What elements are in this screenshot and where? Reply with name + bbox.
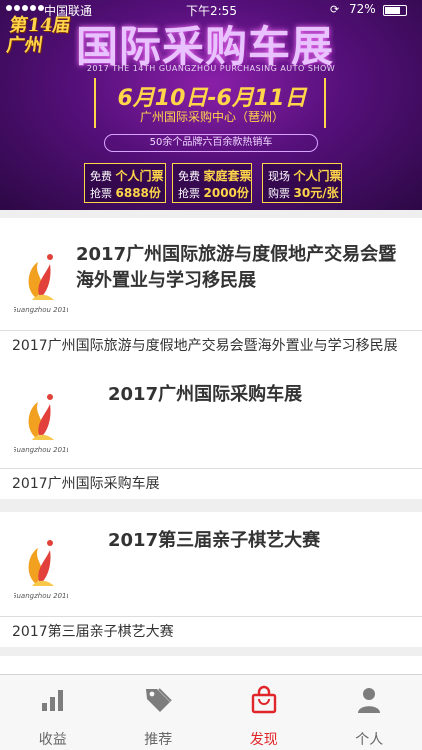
battery-icon (383, 5, 407, 16)
list-item[interactable]: Guangzhou 2010 2017广州国际采购车展 2017广州国际采购车展 (0, 368, 422, 499)
carrier-name: 中国联通 (44, 4, 93, 18)
status-time: 下午2:55 (186, 4, 237, 18)
rotation-lock-icon: ⟳ (330, 3, 340, 16)
event-description: 2017第三届亲子棋艺大赛 (0, 616, 422, 647)
event-description: 2017广州国际采购车展 (0, 468, 422, 499)
promo-highlight: 个人门票 (115, 169, 164, 183)
tab-label: 个人 (355, 732, 384, 748)
banner-subtitle: 2017 THE 14TH GUANGZHOU PURCHASING AUTO … (86, 64, 336, 73)
event-title: 2017广州国际旅游与度假地产交易会暨海外置业与学习移民展 (76, 244, 397, 291)
tab-discover[interactable]: 发现 (211, 675, 317, 750)
promo-banner[interactable]: 第14届 广州 国际采购车展 2017 THE 14TH GUANGZHOU P… (0, 0, 422, 210)
event-logo-icon: Guangzhou 2010 (14, 394, 68, 454)
event-description: 2017广州国际旅游与度假地产交易会暨海外置业与学习移民展 (0, 330, 422, 361)
logo-text: Guangzhou 2010 (14, 306, 68, 314)
promo-free-ticket: 免费 个人门票 抢票 6888份 (84, 163, 166, 203)
event-logo-icon: Guangzhou 2010 (14, 540, 68, 600)
shopping-bag-icon (251, 685, 276, 714)
status-bar: 中国联通 下午2:55 ⟳ 72% (0, 0, 422, 20)
list-item[interactable]: Guangzhou 2010 2017广州国际旅游与度假地产交易会暨海外置业与学… (0, 218, 422, 368)
logo-text: Guangzhou 2010 (14, 592, 68, 600)
tab-label: 收益 (38, 732, 67, 748)
event-title: 2017第三届亲子棋艺大赛 (108, 530, 321, 551)
tab-profile[interactable]: 个人 (317, 675, 422, 750)
list-item[interactable] (0, 656, 422, 674)
promo-highlight: 6888份 (115, 186, 161, 200)
promo-onsite-ticket: 现场 个人门票 购票 30元/张 (262, 163, 342, 203)
banner-venue: 广州国际采购中心（琶洲） (139, 110, 284, 124)
tab-label: 推荐 (144, 732, 173, 748)
promo-family-ticket: 免费 家庭套票 抢票 2000份 (172, 163, 252, 203)
promo-label: 抢票 (90, 187, 112, 200)
promo-label: 购票 (268, 187, 290, 200)
promo-highlight: 30元/张 (293, 186, 339, 200)
tab-recommend[interactable]: 推荐 (106, 675, 212, 750)
event-title: 2017广州国际采购车展 (108, 384, 303, 405)
bar-chart-icon (41, 690, 63, 711)
list-item[interactable]: Guangzhou 2010 2017第三届亲子棋艺大赛 2017第三届亲子棋艺… (0, 512, 422, 647)
banner-edition: 第14届 广州 (5, 15, 73, 56)
promo-label: 现场 (268, 170, 290, 183)
signal-icon (6, 5, 44, 11)
promo-highlight: 2000份 (203, 186, 249, 200)
banner-brands: 50余个品牌六百余款热销车 (104, 134, 318, 152)
event-list[interactable]: Guangzhou 2010 2017广州国际旅游与度假地产交易会暨海外置业与学… (0, 210, 422, 674)
tab-bar: 收益 推荐 发现 个人 (0, 674, 422, 750)
promo-label: 免费 (90, 170, 112, 183)
promo-highlight: 个人门票 (293, 169, 342, 183)
promo-label: 免费 (178, 170, 200, 183)
tag-icon (146, 688, 172, 712)
person-icon (358, 688, 381, 713)
banner-date-box: 6月10日-6月11日 广州国际采购中心（琶洲） (94, 78, 326, 128)
tab-label: 发现 (249, 732, 278, 748)
logo-text: Guangzhou 2010 (14, 446, 68, 454)
tab-earnings[interactable]: 收益 (0, 675, 106, 750)
battery-percent: 72% (349, 2, 376, 16)
promo-label: 抢票 (178, 187, 200, 200)
promo-highlight: 家庭套票 (203, 169, 252, 183)
event-logo-icon: Guangzhou 2010 (14, 254, 68, 314)
